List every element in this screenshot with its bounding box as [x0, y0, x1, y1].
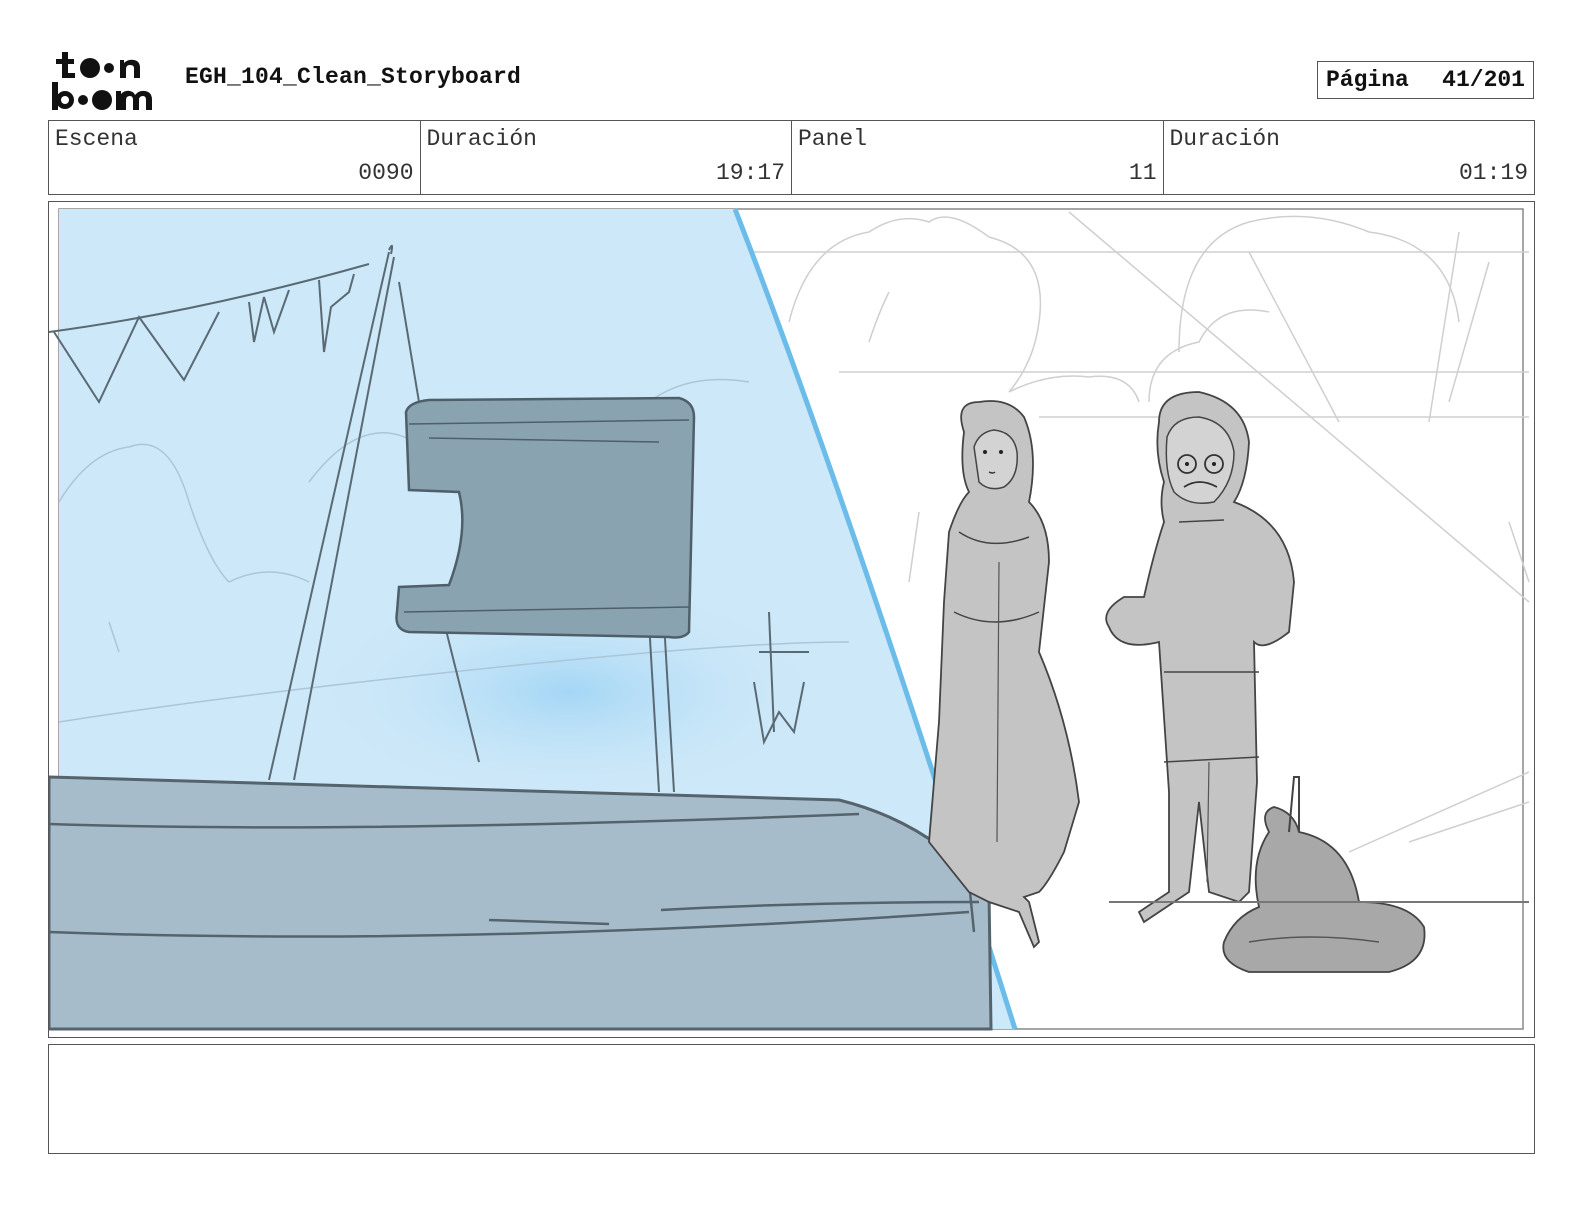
panel-label: Panel — [798, 126, 868, 152]
page-indicator: Página 41/201 — [1317, 61, 1534, 99]
panel-sketch — [49, 208, 1530, 1031]
panel-notes-box[interactable] — [48, 1044, 1535, 1154]
panel-duration-value: 01:19 — [1458, 160, 1528, 186]
panel-duration-cell: Duración 01:19 — [1164, 121, 1535, 194]
page-label: Página — [1326, 67, 1409, 93]
panel-duration-label: Duración — [1169, 126, 1280, 152]
scene-info-row: Escena 0090 Duración 19:17 Panel 11 Dura… — [48, 120, 1535, 195]
scene-duration-label: Duración — [426, 126, 537, 152]
page-number: 41/201 — [1442, 67, 1525, 93]
panel-value: 11 — [1128, 160, 1157, 186]
document-title: EGH_104_Clean_Storyboard — [185, 64, 522, 90]
panel-cell: Panel 11 — [792, 121, 1164, 194]
woman-character — [928, 400, 1080, 949]
scene-value: 0090 — [358, 160, 414, 186]
scene-duration-value: 19:17 — [715, 160, 785, 186]
scene-label: Escena — [55, 126, 138, 152]
storyboard-panel — [48, 201, 1535, 1038]
toon-boom-logo — [50, 50, 165, 112]
scene-cell: Escena 0090 — [49, 121, 421, 194]
scene-duration-cell: Duración 19:17 — [421, 121, 792, 194]
